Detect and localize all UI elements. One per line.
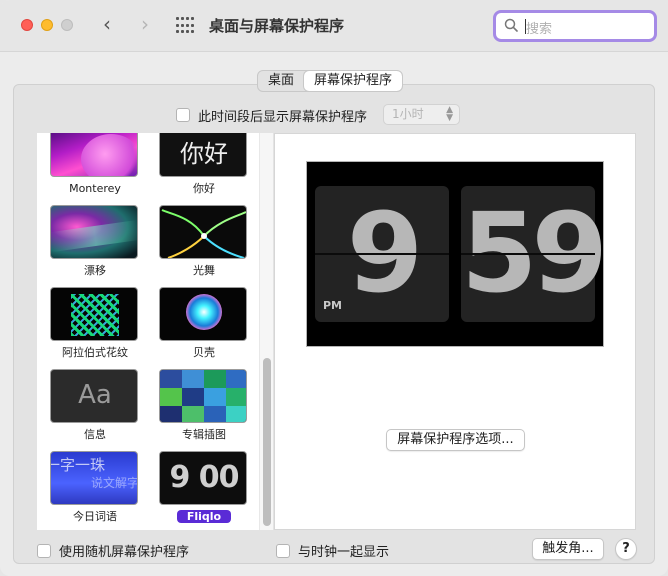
screensaver-preview: 9 PM 59: [306, 161, 608, 347]
clock-label: 与时钟一起显示: [298, 545, 390, 560]
random-checkbox[interactable]: [37, 543, 51, 558]
word-thumbnail-text: 一字一珠: [50, 456, 106, 474]
screensaver-shell[interactable]: 贝壳: [159, 287, 249, 359]
random-label: 使用随机屏幕保护程序: [59, 545, 190, 560]
screensaver-arabesque[interactable]: 阿拉伯式花纹: [50, 287, 140, 359]
monterey-thumbnail: [50, 133, 138, 177]
ampm-label: PM: [323, 299, 343, 312]
screensaver-label: 漂移: [84, 264, 106, 277]
album-artwork-thumbnail: [159, 369, 247, 423]
random-screensaver-row: 使用随机屏幕保护程序: [37, 541, 189, 560]
word-thumbnail-subtext: 说文解字: [91, 476, 138, 490]
tab-screen-saver[interactable]: 屏幕保护程序: [304, 71, 403, 91]
screensaver-drift[interactable]: 漂移: [50, 205, 140, 277]
flurry-thumbnail: [159, 205, 247, 259]
updown-chevron-icon: ▲ ▼: [446, 105, 453, 123]
screensaver-options-button[interactable]: 屏幕保护程序选项...: [386, 429, 525, 451]
idle-time-row: 此时间段后显示屏幕保护程序: [176, 104, 367, 126]
help-button[interactable]: ?: [615, 538, 637, 560]
zoom-button[interactable]: [61, 19, 73, 31]
back-arrow-icon[interactable]: ‹: [96, 14, 118, 36]
screensaver-message[interactable]: Aa 信息: [50, 369, 140, 441]
search-placeholder: 搜索: [526, 22, 553, 37]
minute-flip-card: 59: [461, 186, 608, 322]
screensaver-monterey[interactable]: Monterey: [50, 133, 140, 195]
idle-time-popup[interactable]: 1小时 ▲ ▼: [383, 104, 460, 125]
screensaver-label: 专辑插图: [182, 428, 226, 441]
arabesque-thumbnail: [50, 287, 138, 341]
screensaver-label: 信息: [84, 428, 106, 441]
clock-checkbox[interactable]: [276, 543, 290, 558]
fliqlo-thumbnail: 9 00: [159, 451, 247, 505]
screensaver-word-of-the-day[interactable]: 一字一珠 说文解字 今日词语: [50, 451, 140, 523]
screensaver-list[interactable]: Monterey 你好 你好 漂移 光舞 阿拉伯式花纹 贝壳 Aa 信息 专辑插…: [37, 133, 272, 530]
hello-thumbnail: 你好: [159, 133, 247, 177]
search-field[interactable]: 搜索: [493, 10, 657, 42]
search-icon: [504, 18, 518, 32]
screensaver-fliqlo[interactable]: 9 00 Fliqlo: [159, 451, 249, 524]
screensaver-label: 光舞: [193, 264, 215, 277]
message-thumbnail-text: Aa: [78, 380, 112, 410]
tab-bar: 桌面 屏幕保护程序: [257, 70, 404, 92]
idle-checkbox[interactable]: [176, 108, 190, 122]
drift-thumbnail: [50, 205, 138, 259]
message-thumbnail: Aa: [50, 369, 138, 423]
system-preferences-window: ‹ › 桌面与屏幕保护程序 搜索 桌面 屏幕保护程序 此时间段后显示屏幕保护程序…: [0, 0, 668, 576]
screensaver-label: 你好: [193, 182, 215, 195]
titlebar: ‹ › 桌面与屏幕保护程序 搜索: [0, 0, 668, 52]
hot-corners-button[interactable]: 触发角...: [532, 538, 604, 560]
idle-label: 此时间段后显示屏幕保护程序: [198, 109, 368, 125]
show-with-clock-row: 与时钟一起显示: [276, 541, 389, 560]
scrollbar-thumb[interactable]: [263, 358, 271, 526]
minimize-button[interactable]: [41, 19, 53, 31]
screensaver-label: Monterey: [69, 182, 121, 195]
idle-time-value: 1小时: [392, 107, 424, 121]
screensaver-flurry[interactable]: 光舞: [159, 205, 249, 277]
hour-flip-card: 9 PM: [315, 186, 449, 322]
word-of-the-day-thumbnail: 一字一珠 说文解字: [50, 451, 138, 505]
fliqlo-thumbnail-text: 9 00: [169, 460, 239, 495]
screensaver-hello[interactable]: 你好 你好: [159, 133, 249, 195]
screensaver-label: 贝壳: [193, 346, 215, 359]
hello-thumbnail-text: 你好: [180, 140, 228, 168]
show-all-grid-icon[interactable]: [176, 17, 194, 35]
tab-desktop[interactable]: 桌面: [258, 71, 304, 91]
screensaver-label: 今日词语: [73, 510, 117, 523]
close-button[interactable]: [21, 19, 33, 31]
screensaver-label: 阿拉伯式花纹: [62, 346, 128, 359]
forward-arrow-icon[interactable]: ›: [134, 14, 156, 36]
list-scrollbar[interactable]: [259, 133, 273, 530]
shell-thumbnail: [159, 287, 247, 341]
screensaver-album-artwork[interactable]: 专辑插图: [159, 369, 249, 441]
window-title: 桌面与屏幕保护程序: [209, 17, 345, 35]
screensaver-label-selected: Fliqlo: [176, 510, 232, 523]
